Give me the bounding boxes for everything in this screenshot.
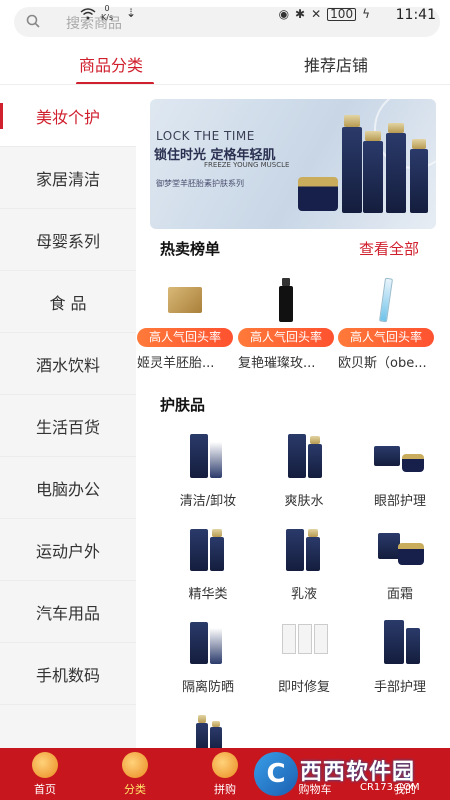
sidebar-item-label: 手机数码 (35, 665, 100, 685)
sidebar-item-daily-goods[interactable]: 生活百货 (0, 395, 136, 457)
category-essence[interactable]: 精华类 (160, 525, 256, 605)
popularity-badge: 高人气回头率 (137, 328, 233, 347)
home-icon (32, 752, 58, 778)
hot-list-title: 热卖榜单 (160, 240, 221, 258)
sidebar-item-auto[interactable]: 汽车用品 (0, 581, 136, 643)
nav-category[interactable]: 分类 (98, 748, 172, 800)
sidebar-item-label: 汽车用品 (35, 603, 100, 623)
sidebar-item-label: 母婴系列 (35, 231, 100, 251)
sidebar-item-label: 美妆个护 (35, 107, 100, 127)
mute-icon: ✕ (311, 7, 322, 21)
watermark-url: CR173.COM (360, 782, 420, 793)
category-image (280, 432, 328, 484)
category-sidebar: 美妆个护 家居清洁 母婴系列 食 品 酒水饮料 生活百货 电脑办公 运动户外 汽… (0, 85, 136, 748)
top-tabs: 商品分类 推荐店铺 (0, 44, 450, 85)
nav-label: 分类 (124, 783, 146, 796)
sidebar-item-label: 生活百货 (35, 417, 100, 437)
tab-category[interactable]: 商品分类 (79, 52, 143, 76)
category-label: 精华类 (188, 587, 228, 602)
watermark: C 西西软件园 CR173.COM (250, 748, 450, 800)
category-hand-care[interactable]: 手部护理 (352, 618, 448, 698)
category-label: 乳液 (290, 587, 317, 602)
nav-label: 首页 (34, 783, 56, 796)
promo-banner[interactable]: LOCK THE TIME 锁住时光 定格年轻肌 FREEZE YOUNG MU… (150, 99, 436, 229)
bluetooth-icon: ✱ (295, 7, 306, 21)
hot-product-card[interactable]: 高人气回头率 姬灵羊胚胎... (137, 270, 233, 371)
charging-icon: ϟ (362, 7, 370, 21)
category-label: 爽肤水 (284, 494, 324, 509)
usb-icon: ⇣ (126, 6, 137, 20)
system-icons: ◉ ✱ ✕ 100 ϟ (279, 7, 370, 21)
category-label: 眼部护理 (373, 494, 426, 509)
category-cleansing[interactable]: 清洁/卸妆 (160, 432, 256, 512)
banner-series: 御梦堂羊胚胎素护肤系列 (156, 179, 244, 188)
active-indicator (0, 103, 3, 129)
popularity-badge: 高人气回头率 (238, 328, 334, 347)
product-image (262, 276, 310, 324)
sidebar-item-drinks[interactable]: 酒水饮料 (0, 333, 136, 395)
sidebar-item-home-cleaning[interactable]: 家居清洁 (0, 147, 136, 209)
view-all-link[interactable]: 查看全部 (359, 238, 419, 259)
sidebar-item-label: 电脑办公 (35, 479, 100, 499)
search-bar[interactable]: 搜索商品 (14, 7, 440, 37)
sidebar-item-food[interactable]: 食 品 (0, 271, 136, 333)
sidebar-item-label: 食 品 (49, 293, 87, 313)
hot-product-card[interactable]: 高人气回头率 复艳璀璨玫... (238, 270, 334, 371)
nav-home[interactable]: 首页 (8, 748, 82, 800)
popularity-badge: 高人气回头率 (338, 328, 434, 347)
category-label: 面霜 (386, 587, 413, 602)
category-label: 即时修复 (277, 680, 330, 695)
category-eye-care[interactable]: 眼部护理 (352, 432, 448, 512)
category-image (376, 618, 424, 670)
sidebar-item-mother-baby[interactable]: 母婴系列 (0, 209, 136, 271)
category-icon (122, 752, 148, 778)
category-image (184, 525, 232, 577)
sidebar-item-label: 酒水饮料 (35, 355, 100, 375)
sidebar-item-label: 运动户外 (35, 541, 100, 561)
category-lotion[interactable]: 乳液 (256, 525, 352, 605)
app-root: 搜索商品 0 K/s ⇣ ◉ ✱ ✕ 100 ϟ 11:41 商品分类 推荐店铺 … (0, 0, 450, 800)
category-image (280, 525, 328, 577)
banner-en-title: LOCK THE TIME (156, 129, 255, 143)
sidebar-item-sports[interactable]: 运动户外 (0, 519, 136, 581)
sidebar-item-computer-office[interactable]: 电脑办公 (0, 457, 136, 519)
sidebar-item-label: 家居清洁 (35, 169, 100, 189)
banner-en-subtitle: FREEZE YOUNG MUSCLE (204, 161, 290, 169)
category-label: 隔离防晒 (181, 680, 234, 695)
product-name: 姬灵羊胚胎... (137, 356, 215, 371)
sidebar-item-beauty[interactable]: 美妆个护 (0, 85, 136, 147)
category-instant-repair[interactable]: 即时修复 (256, 618, 352, 698)
category-image (280, 618, 328, 670)
hot-product-card[interactable]: 高人气回头率 欧贝斯（obe... (338, 270, 434, 371)
product-name: 欧贝斯（obe... (338, 356, 427, 371)
skincare-title: 护肤品 (160, 396, 206, 414)
category-cream[interactable]: 面霜 (352, 525, 448, 605)
category-image (374, 432, 424, 484)
category-image (184, 432, 232, 484)
group-buy-icon (212, 752, 238, 778)
tab-recommended-stores[interactable]: 推荐店铺 (304, 52, 368, 76)
eye-icon: ◉ (278, 7, 290, 21)
category-image (184, 618, 232, 670)
product-image (362, 276, 410, 324)
category-label: 手部护理 (373, 680, 426, 695)
battery-icon: 100 (327, 7, 357, 21)
product-name: 复艳璀璨玫... (238, 356, 316, 371)
sidebar-item-digital[interactable]: 手机数码 (0, 643, 136, 705)
category-label: 清洁/卸妆 (179, 494, 237, 509)
category-image (376, 525, 424, 577)
product-image (161, 276, 209, 324)
category-toner[interactable]: 爽肤水 (256, 432, 352, 512)
status-bar: 搜索商品 0 K/s ⇣ ◉ ✱ ✕ 100 ϟ 11:41 (0, 0, 450, 44)
clock: 11:41 (395, 7, 436, 23)
category-sunscreen[interactable]: 隔离防晒 (160, 618, 256, 698)
watermark-logo-icon: C (254, 752, 298, 796)
net-speed: 0 K/s (101, 4, 114, 22)
wifi-icon (80, 8, 96, 23)
search-icon (26, 14, 40, 28)
